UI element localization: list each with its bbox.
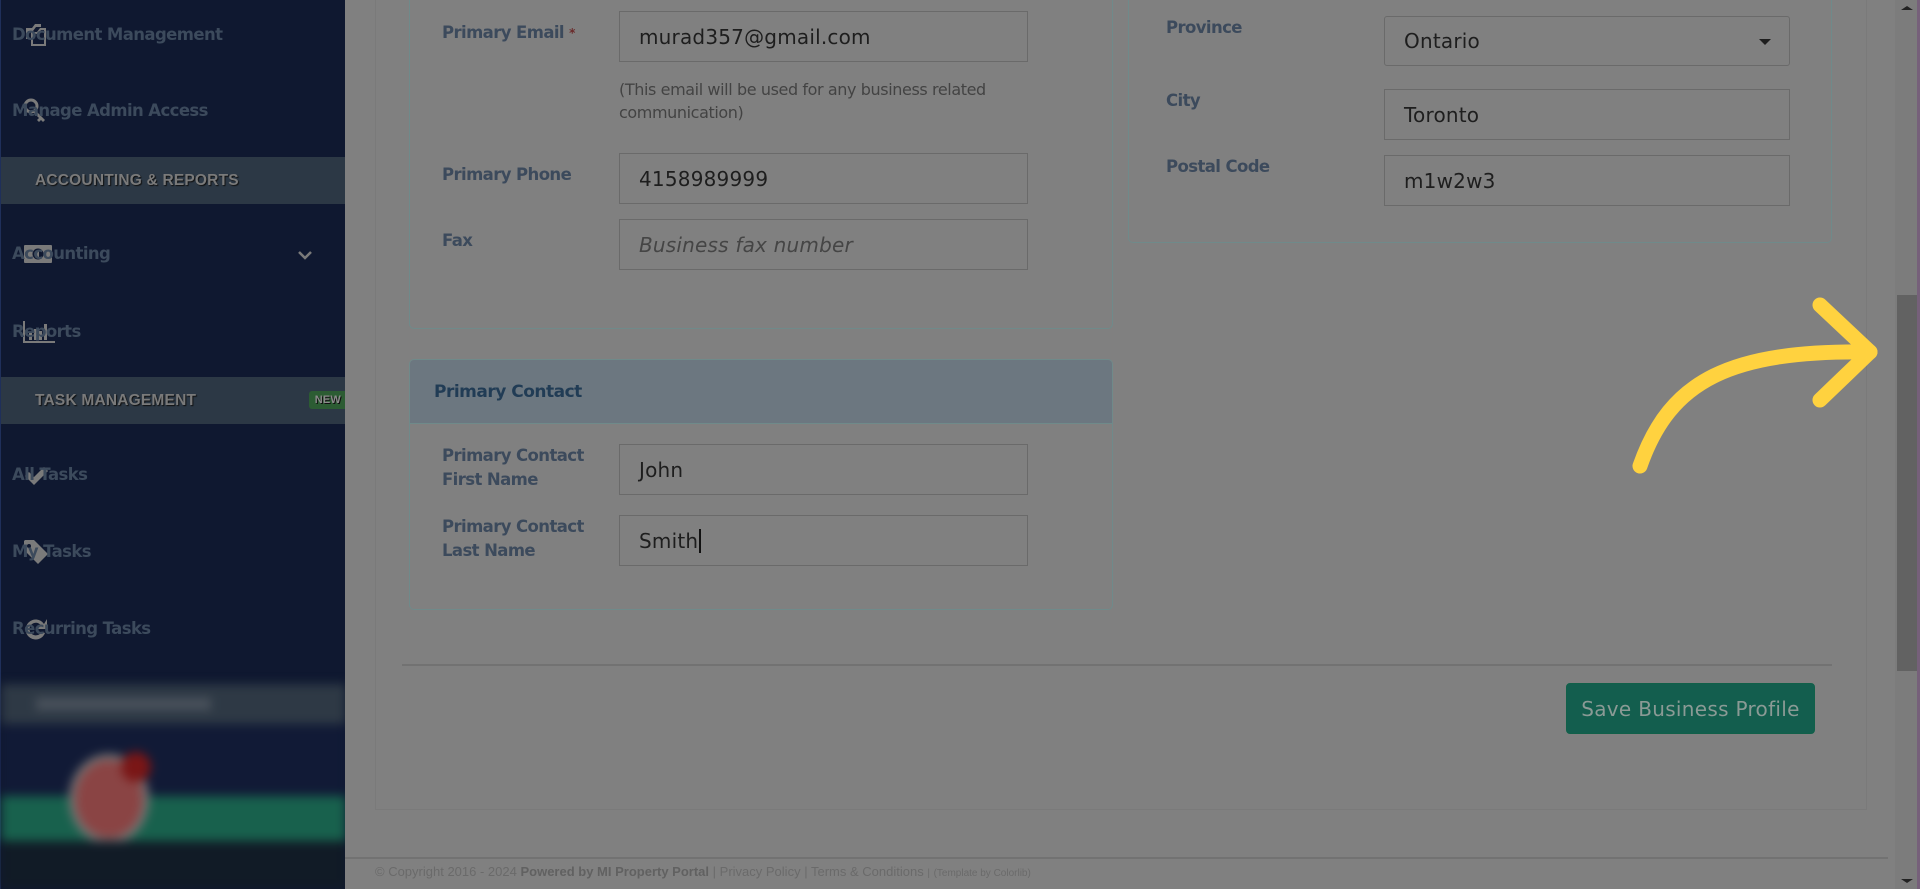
divider (402, 664, 1832, 666)
footer-divider (345, 857, 1888, 859)
sidebar-item-all-tasks[interactable]: All Tasks (1, 445, 346, 505)
section-accounting-reports: ACCOUNTING & REPORTS (1, 157, 346, 204)
primary-phone-input[interactable]: 4158989999 (619, 153, 1028, 204)
sidebar: Document Management Manage Admin Access … (0, 0, 346, 889)
sidebar-item-document-management[interactable]: Document Management (1, 5, 346, 65)
postal-code-input[interactable]: m1w2w3 (1384, 155, 1790, 206)
city-label: City (1166, 91, 1201, 110)
sidebar-item-reports[interactable]: Reports (1, 302, 346, 362)
caret-down-icon (1759, 39, 1771, 45)
chevron-down-icon[interactable] (298, 244, 312, 266)
sidebar-item-recurring-tasks[interactable]: Recurring Tasks (1, 599, 346, 659)
primary-email-help: (This email will be used for any busines… (619, 80, 986, 122)
scroll-up-arrow-icon[interactable] (1901, 6, 1913, 10)
text-cursor (699, 528, 701, 553)
arrow-shaft (1632, 344, 1878, 474)
scrollbar-thumb[interactable] (1897, 295, 1917, 671)
primary-contact-card: Primary Contact Primary Contact First Na… (409, 359, 1113, 610)
curved-arrow-icon (1632, 297, 1878, 474)
new-badge: NEW (308, 391, 346, 409)
sidebar-item-accounting[interactable]: Accounting (1, 224, 346, 284)
save-business-profile-button[interactable]: Save Business Profile (1566, 683, 1815, 734)
scroll-down-arrow-icon[interactable] (1901, 879, 1913, 883)
primary-contact-header: Primary Contact (410, 360, 1112, 424)
terms-link[interactable]: Terms & Conditions (811, 864, 924, 879)
fax-input[interactable]: Business fax number (619, 219, 1028, 270)
contact-info-card: Primary Email * murad357@gmail.com (This… (409, 0, 1113, 329)
fax-label: Fax (442, 231, 473, 250)
primary-email-input[interactable]: murad357@gmail.com (619, 11, 1028, 62)
privacy-policy-link[interactable]: Privacy Policy (720, 864, 801, 879)
sidebar-item-manage-admin-access[interactable]: Manage Admin Access (1, 81, 346, 141)
primary-phone-label: Primary Phone (442, 165, 572, 184)
sidebar-item-my-tasks[interactable]: My Tasks (1, 522, 346, 582)
powered-by-link[interactable]: Powered by MI Property Portal (520, 864, 709, 879)
last-name-label: Primary Contact Last Name (442, 517, 584, 560)
first-name-label: Primary Contact First Name (442, 446, 584, 489)
section-task-management: TASK MANAGEMENT NEW (1, 377, 346, 424)
last-name-input[interactable]: Smith (619, 515, 1028, 566)
postal-code-label: Postal Code (1166, 157, 1270, 176)
footer: © Copyright 2016 - 2024 Powered by MI Pr… (375, 864, 1031, 879)
first-name-input[interactable]: John (619, 444, 1028, 495)
blurred-sidebar-footer (1, 674, 346, 889)
province-select[interactable]: Ontario (1384, 16, 1790, 66)
province-label: Province (1166, 18, 1243, 37)
primary-email-label: Primary Email * (442, 23, 575, 42)
template-credit: (Template by Colorlib) (933, 868, 1031, 879)
city-input[interactable]: Toronto (1384, 89, 1790, 140)
vertical-scrollbar[interactable] (1895, 0, 1917, 889)
